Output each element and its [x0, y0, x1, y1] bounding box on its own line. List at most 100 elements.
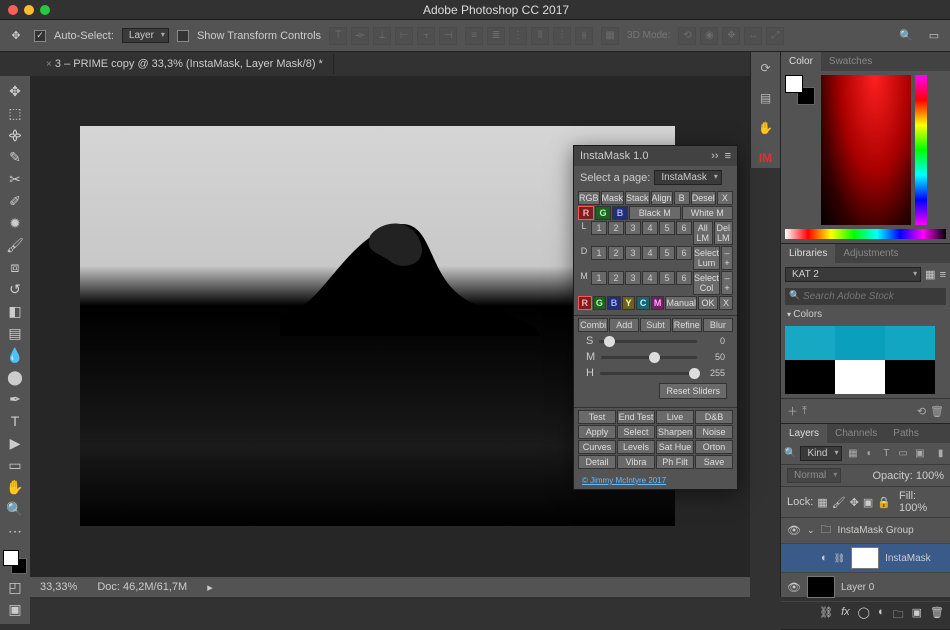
auto-select-checkbox[interactable]: ✓: [34, 30, 46, 42]
properties-panel-icon[interactable]: ✋: [756, 118, 776, 138]
library-color-swatch[interactable]: [835, 326, 885, 360]
fg-swatch[interactable]: [785, 75, 803, 93]
lum-cell-all-lm[interactable]: All LM: [693, 221, 713, 245]
blur-tool[interactable]: 💧: [2, 344, 28, 366]
layer-fx-icon[interactable]: fx: [841, 606, 850, 625]
stack-button[interactable]: Stack: [625, 191, 650, 205]
delete-lib-item-icon[interactable]: 🗑: [930, 405, 944, 418]
end-test-button[interactable]: End Test: [617, 410, 655, 424]
x-button[interactable]: X: [719, 296, 733, 310]
b-button[interactable]: B: [674, 191, 690, 205]
crop-tool[interactable]: ✂: [2, 168, 28, 190]
filter-toggle-icon[interactable]: ▮: [934, 447, 947, 461]
blur-button[interactable]: Blur: [703, 318, 733, 332]
quick-select-tool[interactable]: ✎: [2, 146, 28, 168]
pen-tool[interactable]: ✒: [2, 388, 28, 410]
filter-type-icon[interactable]: T: [880, 447, 893, 461]
noise-button[interactable]: Noise: [695, 425, 733, 439]
live-button[interactable]: Live: [656, 410, 694, 424]
lum-cell-6[interactable]: 6: [676, 246, 692, 260]
lum-cell-4[interactable]: 4: [642, 246, 658, 260]
healing-brush-tool[interactable]: ✹: [2, 212, 28, 234]
lasso-tool[interactable]: ᯽: [2, 124, 28, 146]
show-transform-checkbox[interactable]: [177, 30, 189, 42]
page-dropdown[interactable]: InstaMask: [654, 170, 722, 185]
marquee-tool[interactable]: ⬚: [2, 102, 28, 124]
add-button[interactable]: Add: [609, 318, 639, 332]
vibra-button[interactable]: Vibra: [617, 455, 655, 469]
tab-swatches[interactable]: Swatches: [821, 52, 880, 71]
colors-section-header[interactable]: Colors: [781, 307, 950, 322]
library-dropdown[interactable]: KAT 2: [785, 267, 921, 282]
channel-g[interactable]: G: [595, 206, 611, 220]
edit-toolbar[interactable]: ⋯: [2, 520, 28, 542]
link-layers-icon[interactable]: ⛓: [819, 606, 833, 625]
channel-c[interactable]: C: [636, 296, 650, 310]
lum-cell-1[interactable]: 1: [591, 271, 607, 285]
lum-cell--[interactable]: – +: [721, 271, 733, 295]
library-color-swatch[interactable]: [835, 360, 885, 394]
tab-libraries[interactable]: Libraries: [781, 244, 835, 263]
lum-cell--[interactable]: – +: [721, 246, 733, 270]
test-button[interactable]: Test: [578, 410, 616, 424]
move-tool[interactable]: ✥: [2, 80, 28, 102]
lum-cell-5[interactable]: 5: [659, 271, 675, 285]
slider-track[interactable]: [601, 356, 697, 359]
type-tool[interactable]: T: [2, 410, 28, 432]
group-disclosure-icon[interactable]: ⌄: [807, 525, 815, 536]
desel-button[interactable]: Desel: [691, 191, 716, 205]
lum-cell-6[interactable]: 6: [676, 221, 692, 235]
history-brush-tool[interactable]: ↺: [2, 278, 28, 300]
layer-thumbnail[interactable]: [807, 576, 835, 598]
refine-button[interactable]: Refine: [672, 318, 702, 332]
orton-button[interactable]: Orton: [695, 440, 733, 454]
lum-cell-3[interactable]: 3: [625, 271, 641, 285]
lum-cell-1[interactable]: 1: [591, 246, 607, 260]
lum-cell-3[interactable]: 3: [625, 246, 641, 260]
hue-slider[interactable]: [915, 75, 927, 225]
channel-g2[interactable]: G: [593, 296, 607, 310]
tab-color[interactable]: Color: [781, 52, 821, 71]
minimize-window[interactable]: [24, 5, 34, 15]
close-tab-icon[interactable]: ×: [46, 59, 52, 70]
workspace-switcher-icon[interactable]: ▭: [924, 26, 944, 46]
combi-button[interactable]: Combi: [578, 318, 608, 332]
visibility-toggle-icon[interactable]: 👁: [787, 581, 801, 594]
shape-tool[interactable]: ▭: [2, 454, 28, 476]
layer-row[interactable]: ◐ ⛓ InstaMask: [781, 544, 950, 573]
layer-name[interactable]: Layer 0: [841, 582, 874, 593]
sync-icon[interactable]: ⟲: [917, 405, 926, 418]
color-swatch-pair[interactable]: [1, 548, 29, 576]
lum-cell-4[interactable]: 4: [642, 221, 658, 235]
eraser-tool[interactable]: ◧: [2, 300, 28, 322]
align-button[interactable]: Align: [651, 191, 673, 205]
path-select-tool[interactable]: ▶: [2, 432, 28, 454]
levels-button[interactable]: Levels: [617, 440, 655, 454]
brush-tool[interactable]: 🖌: [2, 234, 28, 256]
tab-channels[interactable]: Channels: [827, 424, 885, 443]
instamask-credit[interactable]: © Jimmy McIntyre 2017: [574, 472, 737, 489]
lum-cell-2[interactable]: 2: [608, 221, 624, 235]
filter-shape-icon[interactable]: ▭: [897, 447, 910, 461]
lock-artboard-icon[interactable]: ▣: [863, 496, 873, 509]
slider-knob[interactable]: [604, 336, 615, 347]
close-window[interactable]: [8, 5, 18, 15]
slider-knob[interactable]: [649, 352, 660, 363]
sat-hue-button[interactable]: Sat Hue: [656, 440, 694, 454]
lum-cell-del-lm[interactable]: Del LM: [714, 221, 734, 245]
manual-button[interactable]: Manual: [665, 296, 697, 310]
rgb-button[interactable]: RGB: [578, 191, 600, 205]
lum-cell-2[interactable]: 2: [608, 246, 624, 260]
filter-adjustment-icon[interactable]: ◐: [863, 447, 876, 461]
black-mask-button[interactable]: Black M: [629, 206, 681, 220]
save-button[interactable]: Save: [695, 455, 733, 469]
layer-row[interactable]: 👁 Layer 0: [781, 573, 950, 602]
lum-cell-4[interactable]: 4: [642, 271, 658, 285]
auto-select-dropdown[interactable]: Layer: [122, 28, 169, 43]
screen-mode-toggle[interactable]: ▣: [2, 598, 28, 620]
document-tab[interactable]: × 3 – PRIME copy @ 33,3% (InstaMask, Lay…: [30, 54, 334, 74]
delete-layer-icon[interactable]: 🗑: [930, 606, 944, 625]
library-color-swatch[interactable]: [785, 360, 835, 394]
actions-panel-icon[interactable]: ▤: [756, 88, 776, 108]
upload-icon[interactable]: ⤒: [802, 405, 807, 418]
